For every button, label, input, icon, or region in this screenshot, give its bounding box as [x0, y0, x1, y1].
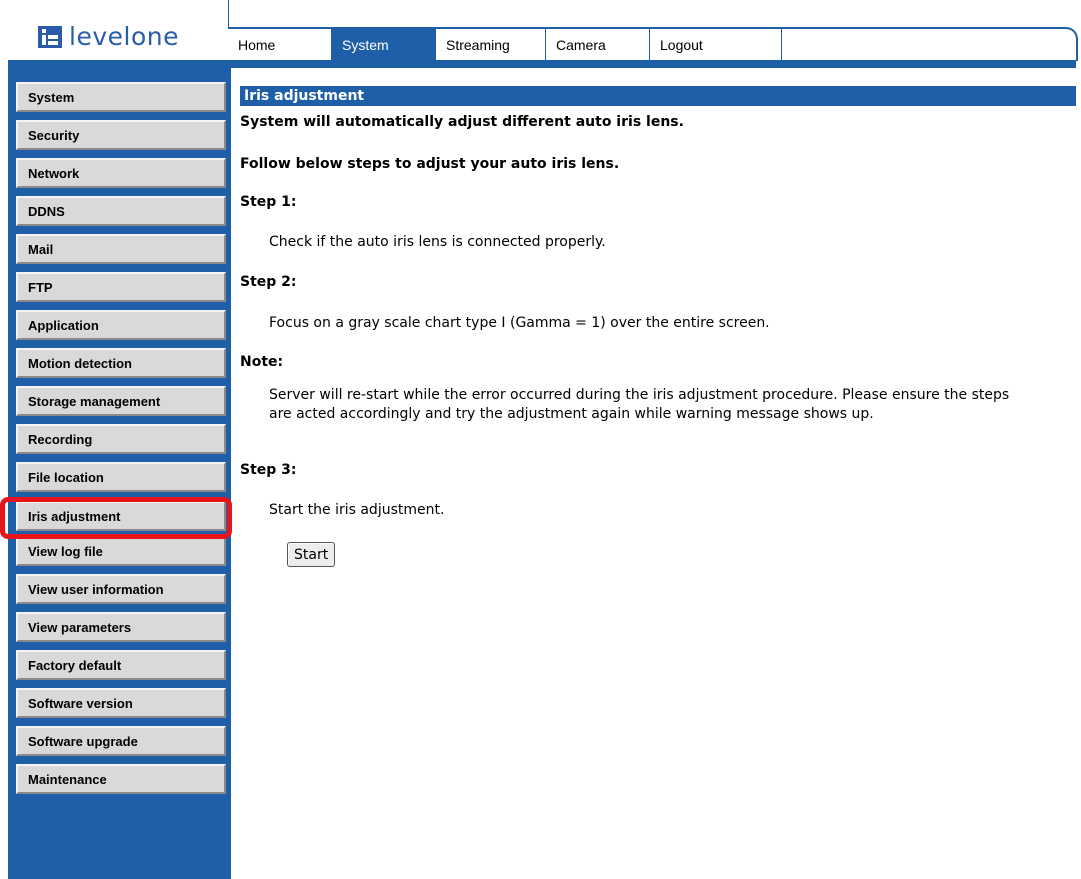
sidebar-item-factory-default[interactable]: Factory default: [16, 650, 226, 680]
logo: levelone: [38, 22, 179, 52]
sidebar-item-mail[interactable]: Mail: [16, 234, 226, 264]
step1-label: Step 1:: [240, 194, 297, 210]
step3-label: Step 3:: [240, 462, 297, 478]
top-navigation: Home System Streaming Camera Logout: [228, 27, 1078, 61]
step2-label: Step 2:: [240, 274, 297, 290]
sidebar-item-storage-management[interactable]: Storage management: [16, 386, 226, 416]
sidebar-item-software-version[interactable]: Software version: [16, 688, 226, 718]
tab-logout[interactable]: Logout: [650, 29, 782, 61]
tab-streaming[interactable]: Streaming: [436, 29, 546, 61]
sidebar-item-file-location[interactable]: File location: [16, 462, 226, 492]
sidebar-item-software-upgrade[interactable]: Software upgrade: [16, 726, 226, 756]
step3-text: Start the iris adjustment.: [269, 502, 445, 518]
tab-home[interactable]: Home: [228, 29, 332, 61]
sidebar-item-maintenance[interactable]: Maintenance: [16, 764, 226, 794]
tab-camera[interactable]: Camera: [546, 29, 650, 61]
note-label: Note:: [240, 354, 284, 370]
intro-text: System will automatically adjust differe…: [240, 114, 684, 130]
sidebar-item-view-log-file[interactable]: View log file: [16, 536, 226, 566]
sidebar-item-application[interactable]: Application: [16, 310, 226, 340]
start-button[interactable]: Start: [287, 542, 336, 567]
sidebar-item-system[interactable]: System: [16, 82, 226, 112]
logo-area: levelone: [8, 0, 229, 66]
tab-system[interactable]: System: [332, 29, 436, 61]
follow-steps-text: Follow below steps to adjust your auto i…: [240, 156, 620, 172]
sidebar-item-recording[interactable]: Recording: [16, 424, 226, 454]
sidebar-item-view-parameters[interactable]: View parameters: [16, 612, 226, 642]
levelone-logo-icon: [38, 26, 62, 48]
sidebar-item-view-user-information[interactable]: View user information: [16, 574, 226, 604]
sidebar-item-network[interactable]: Network: [16, 158, 226, 188]
logo-text: levelone: [69, 22, 179, 51]
step2-text: Focus on a gray scale chart type I (Gamm…: [269, 315, 770, 331]
note-text: Server will re-start while the error occ…: [269, 387, 1010, 422]
sidebar: System Security Network DDNS Mail FTP Ap…: [8, 66, 231, 879]
sidebar-item-ftp[interactable]: FTP: [16, 272, 226, 302]
main-content: Iris adjustment System will automaticall…: [240, 86, 1076, 567]
step1-text: Check if the auto iris lens is connected…: [269, 234, 606, 250]
selection-highlight: [0, 497, 232, 539]
sidebar-item-motion-detection[interactable]: Motion detection: [16, 348, 226, 378]
sidebar-item-security[interactable]: Security: [16, 120, 226, 150]
sidebar-item-ddns[interactable]: DDNS: [16, 196, 226, 226]
page-title: Iris adjustment: [240, 86, 1076, 106]
